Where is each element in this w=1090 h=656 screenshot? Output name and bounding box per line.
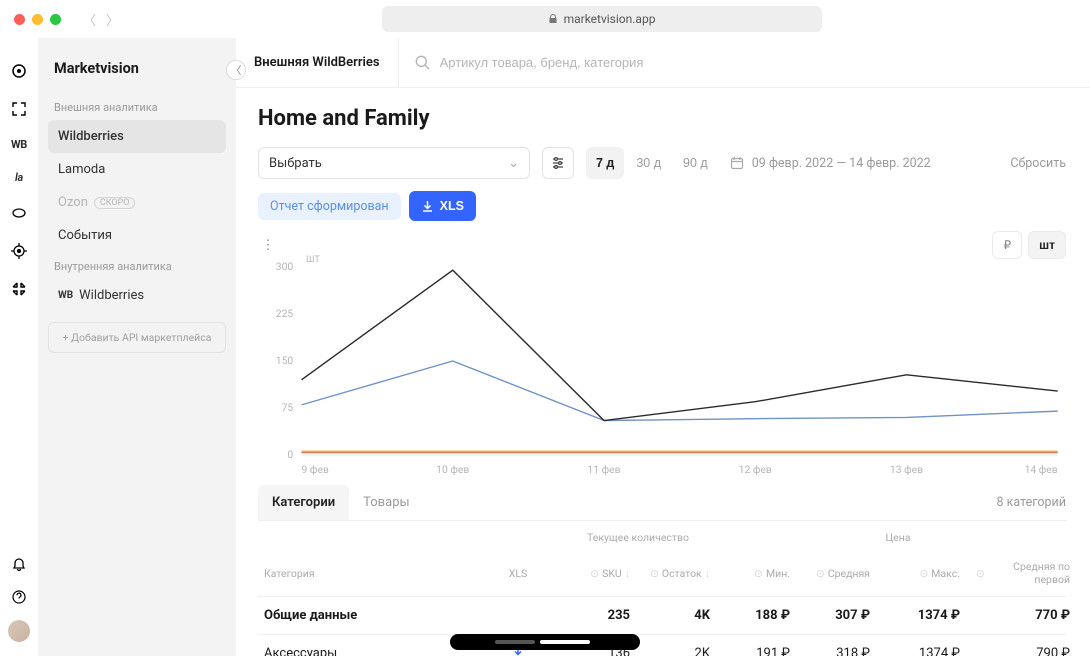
chart-menu-button[interactable]: ⋮ bbox=[258, 235, 278, 255]
add-api-button[interactable]: + Добавить API маркетплейса bbox=[48, 322, 226, 353]
icon-rail: WB la bbox=[0, 38, 38, 656]
export-xls-button[interactable]: XLS bbox=[409, 191, 476, 221]
sidebar-item-internal-wb[interactable]: WBWildberries bbox=[48, 279, 226, 312]
ozon-rail-icon[interactable] bbox=[10, 204, 28, 222]
crosshair-icon[interactable] bbox=[10, 242, 28, 260]
tab-categories[interactable]: Категории bbox=[258, 485, 349, 520]
help-icon[interactable] bbox=[10, 588, 28, 606]
maximize-window-icon[interactable] bbox=[50, 14, 61, 25]
wb-rail-icon[interactable]: WB bbox=[11, 138, 27, 151]
chevron-down-icon: ⌄ bbox=[508, 156, 519, 171]
svg-text:10 фев: 10 фев bbox=[436, 464, 469, 476]
minimize-window-icon[interactable] bbox=[32, 14, 43, 25]
th-stock[interactable]: ⊙Остаток↓ bbox=[638, 550, 718, 596]
sidebar-item-lamoda[interactable]: Lamoda bbox=[48, 153, 226, 186]
svg-text:11 фев: 11 фев bbox=[587, 464, 620, 476]
th-group-price: Цена bbox=[718, 525, 1078, 550]
chart-y-unit-label: ШТ bbox=[306, 255, 320, 265]
lock-icon bbox=[548, 14, 558, 24]
svg-text:13 фев: 13 фев bbox=[890, 464, 923, 476]
search-input[interactable] bbox=[440, 55, 1072, 70]
reset-filters-link[interactable]: Сбросить bbox=[1010, 156, 1066, 171]
expand-icon[interactable] bbox=[10, 100, 28, 118]
section-external-label: Внешняя аналитика bbox=[48, 93, 226, 120]
th-group-qty: Текущее количество bbox=[558, 525, 718, 550]
sidebar: Marketvision 〈 Внешняя аналитика Wildber… bbox=[38, 38, 236, 656]
th-min[interactable]: ⊙Мин. bbox=[718, 550, 798, 596]
th-category[interactable]: Категория bbox=[258, 550, 478, 596]
topbar: Внешняя WildBerries bbox=[236, 38, 1090, 88]
report-ready-badge: Отчет сформирован bbox=[258, 193, 401, 220]
unit-currency-button[interactable]: ₽ bbox=[992, 231, 1022, 259]
bell-icon[interactable] bbox=[10, 556, 28, 574]
svg-text:300: 300 bbox=[276, 262, 294, 273]
line-chart: 0 75 150 225 300 9 фев 10 фев 11 фев 12 фев 13 фе… bbox=[258, 259, 1066, 479]
search-icon bbox=[415, 55, 430, 70]
close-window-icon[interactable] bbox=[14, 14, 25, 25]
row-download-button[interactable] bbox=[511, 649, 525, 656]
svg-text:150: 150 bbox=[276, 356, 294, 367]
target-icon[interactable] bbox=[10, 62, 28, 80]
svg-text:75: 75 bbox=[282, 403, 294, 414]
filter-settings-button[interactable] bbox=[542, 147, 574, 179]
brand-name: Marketvision bbox=[48, 52, 226, 93]
svg-text:12 фев: 12 фев bbox=[739, 464, 772, 476]
top-tab-external-wb[interactable]: Внешняя WildBerries bbox=[236, 38, 399, 87]
tab-products[interactable]: Товары bbox=[349, 485, 423, 520]
categories-count-label: 8 категорий bbox=[997, 495, 1066, 510]
calendar-icon bbox=[730, 156, 744, 170]
categories-table: Текущее количество Цена Категория XLS ⊙S… bbox=[258, 525, 1066, 656]
table-row[interactable]: Аксессуары 136 2K 191 ₽ 318 ₽ 1374 ₽ 790… bbox=[258, 635, 1066, 656]
url-text: marketvision.app bbox=[564, 12, 656, 26]
back-button[interactable]: 〈 bbox=[83, 10, 96, 29]
svg-text:14 фев: 14 фев bbox=[1025, 464, 1058, 476]
th-xls: XLS bbox=[478, 550, 558, 596]
la-rail-icon[interactable]: la bbox=[15, 171, 23, 184]
collapse-sidebar-button[interactable]: 〈 bbox=[226, 60, 246, 80]
table-row-total: Общие данные 235 4K 188 ₽ 307 ₽ 1374 ₽ 7… bbox=[258, 597, 1066, 635]
range-90d[interactable]: 90 д bbox=[673, 147, 718, 179]
svg-text:0: 0 bbox=[287, 450, 293, 461]
svg-text:225: 225 bbox=[276, 309, 294, 320]
th-avg-first[interactable]: ⊙Средняя по первой bbox=[968, 550, 1078, 596]
th-avg[interactable]: ⊙Средняя bbox=[798, 550, 878, 596]
forward-button[interactable]: 〉 bbox=[106, 10, 119, 29]
sidebar-item-events[interactable]: События bbox=[48, 219, 226, 252]
section-internal-label: Внутренняя аналитика bbox=[48, 252, 226, 279]
unit-pieces-button[interactable]: шт bbox=[1028, 231, 1066, 259]
main-panel: Внешняя WildBerries Home and Family Выбр… bbox=[236, 38, 1090, 656]
collapse-icon[interactable] bbox=[10, 280, 28, 298]
download-icon bbox=[421, 200, 434, 213]
home-indicator bbox=[450, 634, 640, 650]
sidebar-item-wildberries[interactable]: Wildberries bbox=[48, 120, 226, 153]
address-bar[interactable]: marketvision.app bbox=[382, 6, 822, 32]
svg-text:9 фев: 9 фев bbox=[302, 464, 329, 476]
browser-chrome: 〈 〉 marketvision.app bbox=[0, 0, 1090, 38]
th-max[interactable]: ⊙Макс. bbox=[878, 550, 968, 596]
range-30d[interactable]: 30 д bbox=[626, 147, 671, 179]
window-controls bbox=[14, 14, 61, 25]
date-range-picker[interactable]: 09 февр. 2022 — 14 февр. 2022 bbox=[730, 156, 931, 171]
range-7d[interactable]: 7 д bbox=[586, 147, 624, 179]
user-avatar[interactable] bbox=[8, 620, 30, 642]
date-range-group: 7 д 30 д 90 д bbox=[586, 147, 718, 179]
th-sku[interactable]: ⊙SKU↓ bbox=[558, 550, 638, 596]
category-select[interactable]: Выбрать ⌄ bbox=[258, 147, 530, 179]
sidebar-item-ozon[interactable]: OzonСКОРО bbox=[48, 186, 226, 219]
page-title: Home and Family bbox=[258, 106, 1066, 131]
